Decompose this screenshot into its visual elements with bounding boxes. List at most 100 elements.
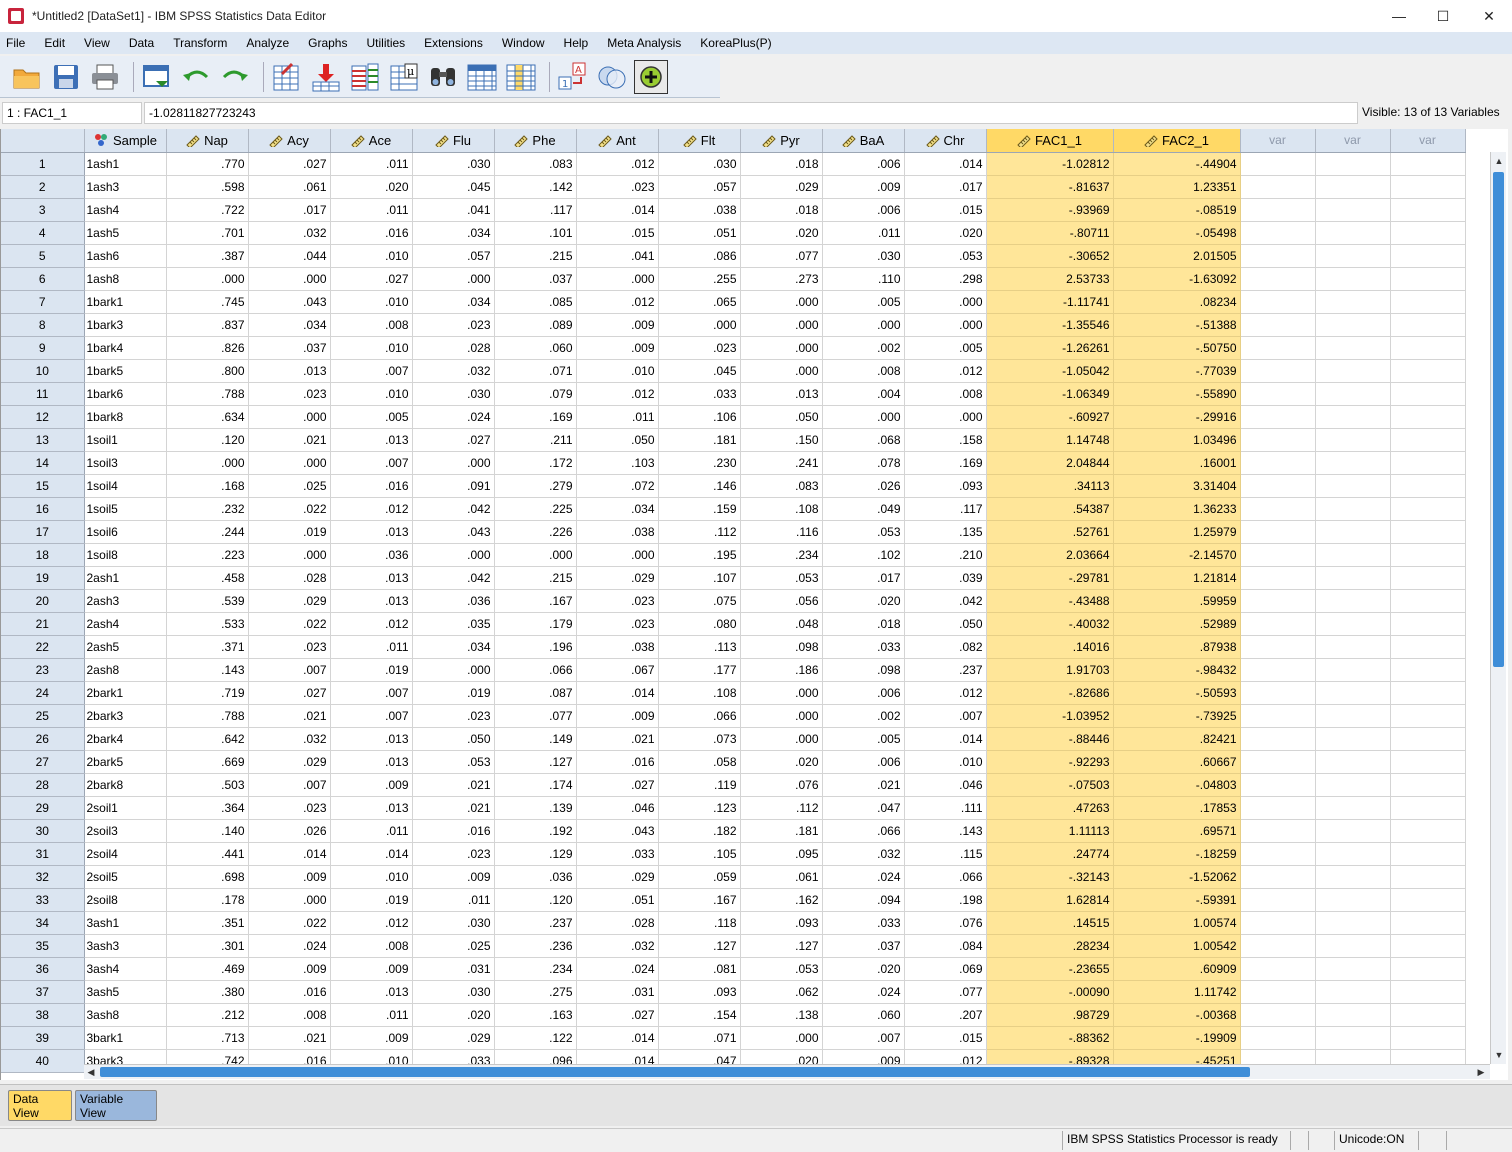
data-cell[interactable]: .061 <box>740 865 823 889</box>
data-cell[interactable]: .118 <box>658 911 741 935</box>
data-cell[interactable]: .037 <box>248 336 331 360</box>
data-cell[interactable]: .021 <box>576 727 659 751</box>
empty-cell[interactable] <box>1240 221 1316 245</box>
empty-cell[interactable] <box>1390 244 1466 268</box>
data-cell[interactable]: .000 <box>412 267 495 291</box>
scroll-right-icon[interactable]: ▶ <box>1474 1065 1488 1079</box>
data-cell[interactable]: 2ash4 <box>84 612 167 636</box>
data-cell[interactable]: .011 <box>330 1003 413 1027</box>
descriptives-icon[interactable]: μ <box>387 60 421 94</box>
undo-icon[interactable] <box>179 60 213 94</box>
data-cell[interactable]: .000 <box>412 543 495 567</box>
use-sets-icon[interactable] <box>595 60 629 94</box>
data-cell-factor[interactable]: 1.11113 <box>986 819 1114 843</box>
row-number[interactable]: 1 <box>1 152 85 176</box>
empty-cell[interactable] <box>1390 911 1466 935</box>
data-cell[interactable]: .441 <box>166 842 249 866</box>
data-cell[interactable]: .010 <box>330 290 413 314</box>
data-cell[interactable]: .022 <box>248 612 331 636</box>
insert-cases-icon[interactable] <box>465 60 499 94</box>
redo-icon[interactable] <box>218 60 252 94</box>
data-cell[interactable]: .013 <box>330 566 413 590</box>
data-cell[interactable]: .000 <box>740 681 823 705</box>
data-cell[interactable]: .020 <box>904 221 987 245</box>
data-cell[interactable]: .196 <box>494 635 577 659</box>
data-cell-factor[interactable]: -.73925 <box>1113 704 1241 728</box>
data-cell-factor[interactable]: -.29781 <box>986 566 1114 590</box>
data-cell[interactable]: .000 <box>658 313 741 337</box>
data-cell[interactable]: .011 <box>330 198 413 222</box>
data-cell[interactable]: .000 <box>166 267 249 291</box>
horizontal-scrollbar[interactable]: ◀ ▶ <box>84 1064 1490 1079</box>
data-cell[interactable]: 1bark4 <box>84 336 167 360</box>
print-icon[interactable] <box>88 60 122 94</box>
data-cell[interactable]: .029 <box>248 750 331 774</box>
data-cell[interactable]: .017 <box>904 175 987 199</box>
row-number[interactable]: 25 <box>1 704 85 728</box>
data-cell[interactable]: .013 <box>330 589 413 613</box>
data-cell[interactable]: .000 <box>248 267 331 291</box>
row-number[interactable]: 8 <box>1 313 85 337</box>
data-cell[interactable]: .042 <box>904 589 987 613</box>
empty-cell[interactable] <box>1315 842 1391 866</box>
empty-cell[interactable] <box>1240 612 1316 636</box>
empty-cell[interactable] <box>1315 888 1391 912</box>
data-cell[interactable]: .800 <box>166 359 249 383</box>
data-cell-factor[interactable]: -.98432 <box>1113 658 1241 682</box>
empty-cell[interactable] <box>1240 980 1316 1004</box>
data-cell[interactable]: .009 <box>412 865 495 889</box>
data-cell[interactable]: .020 <box>330 175 413 199</box>
data-cell[interactable]: .056 <box>740 589 823 613</box>
data-cell[interactable]: .087 <box>494 681 577 705</box>
row-number[interactable]: 13 <box>1 428 85 452</box>
data-cell[interactable]: .000 <box>822 405 905 429</box>
data-cell[interactable]: .030 <box>658 152 741 176</box>
empty-cell[interactable] <box>1240 888 1316 912</box>
row-number[interactable]: 29 <box>1 796 85 820</box>
data-cell[interactable]: .008 <box>904 382 987 406</box>
data-cell[interactable]: .007 <box>330 681 413 705</box>
row-number[interactable]: 18 <box>1 543 85 567</box>
empty-cell[interactable] <box>1315 313 1391 337</box>
data-cell[interactable]: 1ash4 <box>84 198 167 222</box>
menu-extensions[interactable]: Extensions <box>424 36 483 50</box>
empty-cell[interactable] <box>1315 934 1391 958</box>
menu-edit[interactable]: Edit <box>44 36 65 50</box>
data-cell[interactable]: 3ash1 <box>84 911 167 935</box>
data-cell-factor[interactable]: 1.23351 <box>1113 175 1241 199</box>
data-cell[interactable]: 1bark3 <box>84 313 167 337</box>
data-cell[interactable]: .022 <box>248 911 331 935</box>
data-cell-factor[interactable]: .24774 <box>986 842 1114 866</box>
data-cell[interactable]: .006 <box>822 198 905 222</box>
data-cell[interactable]: 2bark3 <box>84 704 167 728</box>
column-header-baa[interactable]: BaA <box>822 129 905 153</box>
data-cell-factor[interactable]: .08234 <box>1113 290 1241 314</box>
empty-cell[interactable] <box>1240 497 1316 521</box>
data-cell-factor[interactable]: -1.52062 <box>1113 865 1241 889</box>
data-cell[interactable]: .150 <box>740 428 823 452</box>
data-cell[interactable]: .181 <box>740 819 823 843</box>
data-cell[interactable]: .029 <box>412 1026 495 1050</box>
data-cell-factor[interactable]: -.88362 <box>986 1026 1114 1050</box>
data-cell[interactable]: .533 <box>166 612 249 636</box>
data-cell[interactable]: .179 <box>494 612 577 636</box>
data-cell[interactable]: .011 <box>822 221 905 245</box>
empty-cell[interactable] <box>1240 313 1316 337</box>
data-cell[interactable]: 3bark1 <box>84 1026 167 1050</box>
data-cell[interactable]: .000 <box>904 313 987 337</box>
data-cell[interactable]: .012 <box>330 612 413 636</box>
row-number[interactable]: 26 <box>1 727 85 751</box>
empty-cell[interactable] <box>1390 750 1466 774</box>
data-cell[interactable]: .020 <box>740 750 823 774</box>
data-cell[interactable]: .117 <box>904 497 987 521</box>
data-cell[interactable]: .105 <box>658 842 741 866</box>
data-cell[interactable]: .788 <box>166 382 249 406</box>
empty-cell[interactable] <box>1315 635 1391 659</box>
data-cell[interactable]: .143 <box>166 658 249 682</box>
row-number[interactable]: 31 <box>1 842 85 866</box>
data-cell[interactable]: .008 <box>822 359 905 383</box>
minimize-button[interactable]: — <box>1376 0 1422 32</box>
data-cell[interactable]: 1ash6 <box>84 244 167 268</box>
data-cell[interactable]: .078 <box>822 451 905 475</box>
column-header-phe[interactable]: Phe <box>494 129 577 153</box>
